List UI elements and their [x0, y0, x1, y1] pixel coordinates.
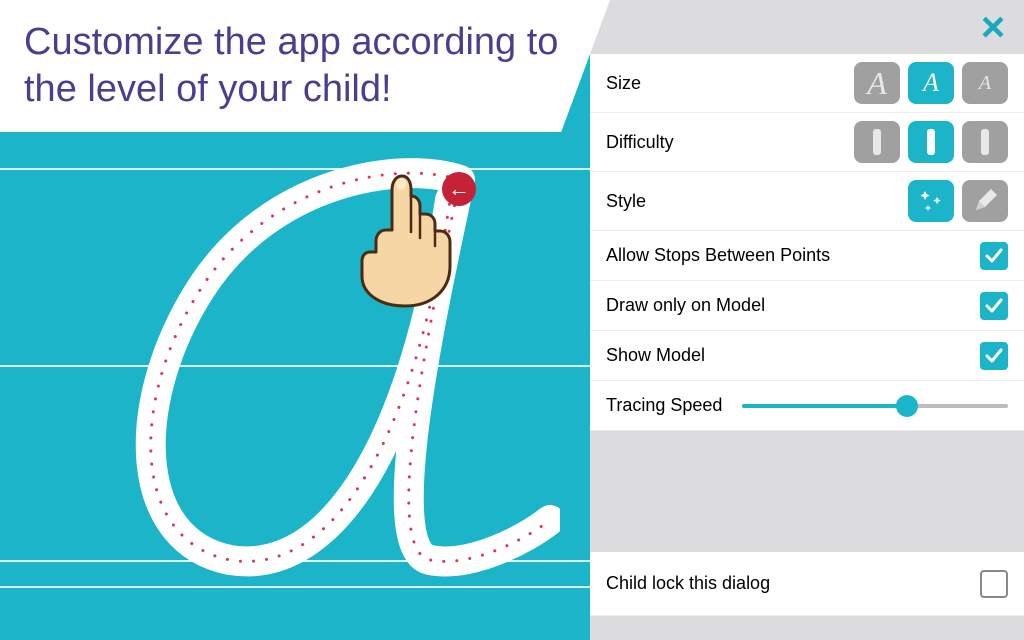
- check-icon: [984, 296, 1004, 316]
- style-option-pencil[interactable]: [962, 180, 1008, 222]
- style-option-sparkle[interactable]: [908, 180, 954, 222]
- slider-thumb[interactable]: [896, 395, 918, 417]
- panel-topbar: ×: [590, 0, 1024, 54]
- row-difficulty: Difficulty: [590, 113, 1024, 172]
- draw-on-model-label: Draw only on Model: [606, 295, 980, 316]
- row-allow-stops: Allow Stops Between Points: [590, 231, 1024, 281]
- difficulty-option-medium[interactable]: [908, 121, 954, 163]
- tracing-canvas[interactable]: ← Customize the app according to the lev…: [0, 0, 590, 640]
- show-model-checkbox[interactable]: [980, 342, 1008, 370]
- allow-stops-checkbox[interactable]: [980, 242, 1008, 270]
- banner-text: Customize the app according to the level…: [24, 19, 582, 114]
- check-icon: [984, 246, 1004, 266]
- settings-panel: × Size A A A Difficulty: [590, 0, 1024, 640]
- child-lock-checkbox[interactable]: [980, 570, 1008, 598]
- row-tracing-speed: Tracing Speed: [590, 381, 1024, 431]
- show-model-label: Show Model: [606, 345, 980, 366]
- row-size: Size A A A: [590, 54, 1024, 113]
- size-option-large[interactable]: A: [854, 62, 900, 104]
- size-option-small[interactable]: A: [962, 62, 1008, 104]
- tracing-speed-label: Tracing Speed: [606, 395, 722, 416]
- allow-stops-label: Allow Stops Between Points: [606, 245, 980, 266]
- sparkle-icon: [917, 187, 945, 215]
- size-label: Size: [606, 73, 854, 94]
- draw-on-model-checkbox[interactable]: [980, 292, 1008, 320]
- row-style: Style: [590, 172, 1024, 231]
- style-label: Style: [606, 191, 908, 212]
- row-show-model: Show Model: [590, 331, 1024, 381]
- pencil-icon: [971, 187, 999, 215]
- difficulty-option-easy[interactable]: [854, 121, 900, 163]
- letter-path: [30, 140, 560, 610]
- row-draw-on-model: Draw only on Model: [590, 281, 1024, 331]
- check-icon: [984, 346, 1004, 366]
- row-child-lock: Child lock this dialog: [590, 552, 1024, 616]
- difficulty-label: Difficulty: [606, 132, 854, 153]
- close-icon: ×: [981, 6, 1006, 48]
- tracing-speed-slider[interactable]: [742, 394, 1008, 418]
- close-button[interactable]: ×: [972, 6, 1014, 48]
- direction-arrow-icon: ←: [442, 172, 476, 206]
- promo-banner: Customize the app according to the level…: [0, 0, 610, 132]
- difficulty-option-hard[interactable]: [962, 121, 1008, 163]
- child-lock-label: Child lock this dialog: [606, 573, 980, 594]
- size-option-medium[interactable]: A: [908, 62, 954, 104]
